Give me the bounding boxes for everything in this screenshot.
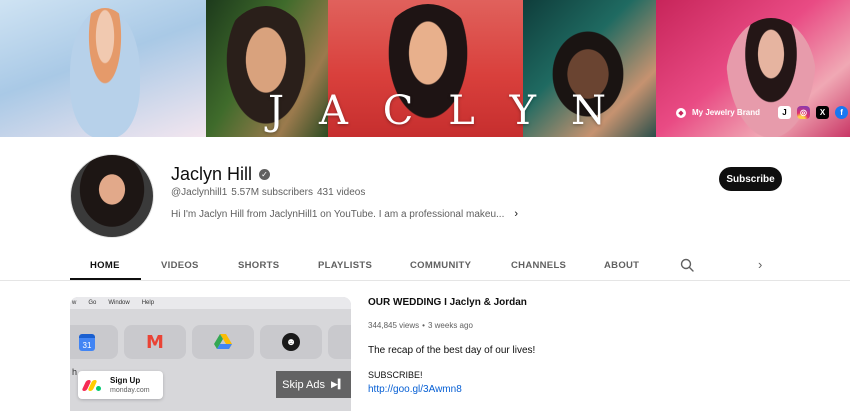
gmail-icon: M xyxy=(146,331,164,353)
featured-video-meta: 344,845 views • 3 weeks ago xyxy=(368,321,473,330)
skip-ads-button[interactable]: Skip Ads ▶▍ xyxy=(276,371,351,398)
tab-shorts[interactable]: SHORTS xyxy=(238,260,279,271)
monday-logo-icon xyxy=(81,378,102,392)
partial-text: h xyxy=(72,367,78,377)
channel-name: Jaclyn Hill xyxy=(171,164,253,184)
menu-item: Window xyxy=(108,300,130,306)
channel-description[interactable]: Hi I'm Jaclyn Hill from JaclynHill1 on Y… xyxy=(171,208,518,220)
subscribe-button[interactable]: Subscribe xyxy=(719,167,782,191)
calendar-icon: 31 xyxy=(79,333,95,351)
verified-icon: ✓ xyxy=(259,169,271,180)
channel-name-row: Jaclyn Hill ✓ xyxy=(171,164,271,185)
tab-videos[interactable]: VIDEOS xyxy=(161,260,199,271)
channel-description-text: Hi I'm Jaclyn Hill from JaclynHill1 on Y… xyxy=(171,208,505,220)
x-icon[interactable]: X xyxy=(816,106,830,119)
banner-letter: C xyxy=(382,88,416,134)
channel-handle: @Jaclynhill1 xyxy=(171,187,228,198)
channel-meta: @Jaclynhill1 5.57M subscribers 431 video… xyxy=(171,187,365,198)
banner-links: ◆ My Jewelry Brand J ◎ X f xyxy=(676,106,849,119)
app-tile xyxy=(328,325,351,359)
view-count: 344,845 views xyxy=(368,321,420,330)
facebook-icon[interactable]: f xyxy=(835,106,849,119)
tab-community[interactable]: COMMUNITY xyxy=(410,260,471,271)
banner-letter: Y xyxy=(509,88,539,134)
google-drive-icon xyxy=(214,334,232,349)
jewelry-link-icon[interactable]: ◆ xyxy=(676,107,686,118)
tab-channels[interactable]: CHANNELS xyxy=(511,260,566,271)
featured-video-description: The recap of the best day of our lives! xyxy=(368,345,536,356)
app-tile: ☻ xyxy=(260,325,322,359)
menu-item: Go xyxy=(88,300,97,306)
featured-video-player[interactable]: w Go Window Help 31 M ☻ h Sign Up monday… xyxy=(70,297,351,411)
app-tile: M xyxy=(124,325,186,359)
skip-ads-label: Skip Ads xyxy=(282,378,325,391)
banner-title: J A C L Y N xyxy=(268,88,608,134)
mailchimp-icon: ☻ xyxy=(282,333,300,351)
channel-banner: J A C L Y N ◆ My Jewelry Brand J ◎ X f xyxy=(0,0,850,137)
tab-home[interactable]: HOME xyxy=(90,260,120,271)
meta-separator: • xyxy=(422,321,425,330)
channel-avatar[interactable] xyxy=(70,154,154,238)
instagram-icon[interactable]: ◎ xyxy=(797,106,811,119)
app-tile xyxy=(192,325,254,359)
banner-letter: J xyxy=(268,88,287,134)
ad-text: Sign Up monday.com xyxy=(110,376,150,394)
app-tile: 31 xyxy=(70,325,118,359)
active-tab-indicator xyxy=(70,278,141,280)
banner-letter: N xyxy=(570,88,608,134)
skip-next-icon: ▶▍ xyxy=(330,379,345,389)
subscriber-count: 5.57M subscribers xyxy=(231,187,313,198)
search-icon[interactable] xyxy=(680,258,694,272)
video-count: 431 videos xyxy=(317,187,366,198)
tab-about[interactable]: ABOUT xyxy=(604,260,639,271)
video-frame-app-row: 31 M ☻ xyxy=(70,325,351,359)
jewelry-link[interactable]: My Jewelry Brand xyxy=(692,108,760,117)
ad-title: Sign Up xyxy=(110,376,141,385)
menu-item: Help xyxy=(141,300,155,306)
chevron-right-icon[interactable]: › xyxy=(758,257,762,272)
banner-photo-1 xyxy=(0,0,206,137)
banner-letter: L xyxy=(448,88,477,134)
featured-video-link[interactable]: http://goo.gl/3Awmn8 xyxy=(368,384,462,395)
ad-card[interactable]: Sign Up monday.com xyxy=(78,371,163,399)
featured-video-title[interactable]: OUR WEDDING I Jaclyn & Jordan xyxy=(368,297,527,308)
tab-playlists[interactable]: PLAYLISTS xyxy=(318,260,372,271)
channel-page: J A C L Y N ◆ My Jewelry Brand J ◎ X f J… xyxy=(0,0,850,411)
upload-age: 3 weeks ago xyxy=(427,321,473,330)
featured-video-subscribe-text: SUBSCRIBE! xyxy=(368,370,423,380)
channel-tabs: HOME VIDEOS SHORTS PLAYLISTS COMMUNITY C… xyxy=(0,250,850,281)
jaclyn-cosmetics-icon[interactable]: J xyxy=(778,106,792,119)
ad-domain: monday.com xyxy=(110,387,150,394)
banner-letter: A xyxy=(318,88,350,134)
video-frame-menubar: w Go Window Help xyxy=(70,297,351,309)
menu-item: w xyxy=(72,300,77,306)
chevron-right-icon[interactable]: › xyxy=(514,208,518,220)
